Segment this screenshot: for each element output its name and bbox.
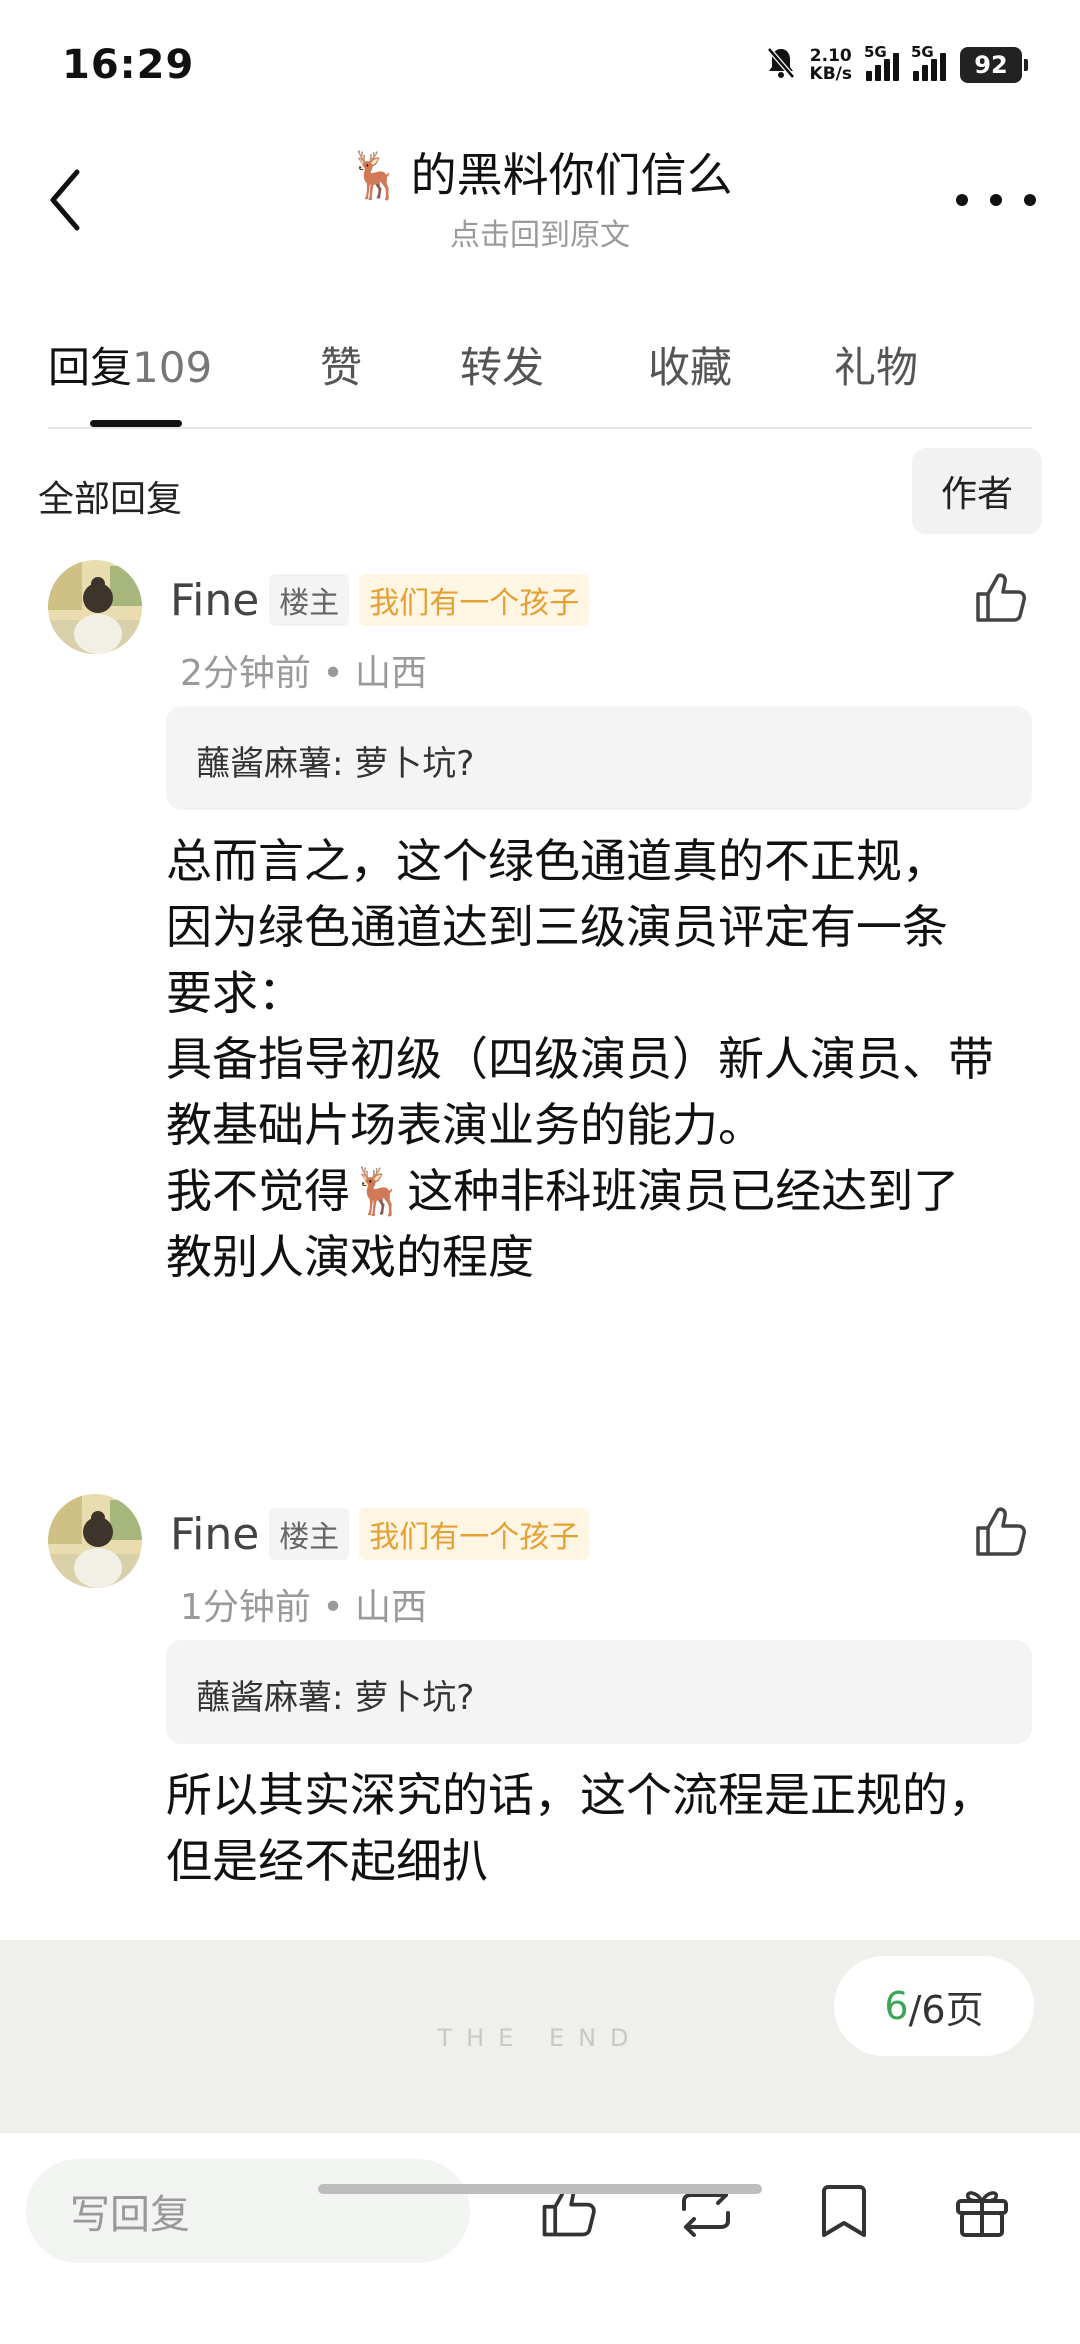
all-replies-label: 全部回复 <box>38 479 183 520</box>
header: 🦌 的黑料你们信么 点击回到原文 <box>0 120 1080 280</box>
current-page: 6 <box>884 1984 909 2028</box>
page: 16:29 2.10 KB/s 5G 5G 92 🦌 的黑料你们信么 点击回到原… <box>0 0 1080 2344</box>
comment-meta: 1分钟前 • 山西 <box>180 1587 428 1628</box>
end-section: THE END 6/6页 <box>0 1940 1080 2132</box>
signal-icon: 5G <box>864 43 899 81</box>
author-filter-button[interactable]: 作者 <box>912 448 1042 534</box>
status-bar: 16:29 2.10 KB/s 5G 5G 92 <box>0 0 1080 120</box>
comment-header: Fine 楼主 我们有一个孩子 <box>170 1508 590 1560</box>
tab-bar: 回复109 赞 转发 收藏 礼物 <box>48 320 1038 430</box>
tab-gifts[interactable]: 礼物 <box>834 334 918 395</box>
bookmark-icon[interactable] <box>812 2179 876 2243</box>
net-speed-value: 2.10 <box>809 46 852 66</box>
reply-input[interactable]: 写回复 <box>26 2159 470 2263</box>
battery-icon: 92 <box>960 47 1028 83</box>
thumbs-up-icon[interactable] <box>970 568 1030 628</box>
net-speed-unit: KB/s <box>809 64 852 84</box>
deer-emoji: 🦌 <box>347 148 405 202</box>
comment-body: 所以其实深究的话，这个流程是正规的， 但是经不起细扒 <box>166 1768 994 1888</box>
page-title: 的黑料你们信么 <box>410 148 733 202</box>
tab-reposts[interactable]: 转发 <box>460 334 544 395</box>
quoted-reply[interactable]: 蘸酱麻薯: 萝卜坑? <box>166 1640 1032 1744</box>
signal-label: 5G <box>911 43 934 61</box>
status-indicators: 2.10 KB/s 5G 5G 92 <box>766 43 1028 84</box>
more-options-icon[interactable] <box>956 180 1036 220</box>
bottom-action-bar: 写回复 <box>0 2132 1080 2344</box>
op-badge: 楼主 <box>269 574 350 626</box>
avatar[interactable] <box>48 560 142 654</box>
username[interactable]: Fine <box>170 575 259 626</box>
comment-meta: 2分钟前 • 山西 <box>180 653 428 694</box>
total-pages: /6页 <box>908 1987 984 2032</box>
thumbs-up-icon[interactable] <box>970 1502 1030 1562</box>
back-button[interactable] <box>30 160 100 240</box>
comment-header: Fine 楼主 我们有一个孩子 <box>170 574 590 626</box>
op-badge: 楼主 <box>269 1508 350 1560</box>
mute-bell-icon <box>766 46 796 84</box>
net-speed: 2.10 KB/s <box>810 47 852 83</box>
home-indicator[interactable] <box>318 2184 762 2194</box>
divider <box>48 427 1032 429</box>
signal-icon: 5G <box>911 43 946 81</box>
title-badge: 我们有一个孩子 <box>359 1508 590 1560</box>
battery-level: 92 <box>974 51 1008 79</box>
status-time: 16:29 <box>62 42 195 88</box>
tab-count: 109 <box>132 343 213 392</box>
title-badge: 我们有一个孩子 <box>359 574 590 626</box>
page-indicator[interactable]: 6/6页 <box>834 1956 1034 2056</box>
tab-likes[interactable]: 赞 <box>320 334 362 395</box>
tab-replies[interactable]: 回复109 <box>48 334 212 395</box>
signal-label: 5G <box>864 43 887 61</box>
quoted-reply[interactable]: 蘸酱麻薯: 萝卜坑? <box>166 706 1032 810</box>
comment-body: 总而言之，这个绿色通道真的不正规， 因为绿色通道达到三级演员评定有一条 要求： … <box>166 834 994 1284</box>
avatar[interactable] <box>48 1494 142 1588</box>
username[interactable]: Fine <box>170 1509 259 1560</box>
filter-row: 全部回复 作者 <box>38 448 1042 538</box>
chevron-left-icon <box>50 169 80 231</box>
tab-active-indicator <box>90 420 182 427</box>
tab-favorites[interactable]: 收藏 <box>648 334 732 395</box>
back-to-original-link[interactable]: 点击回到原文 <box>200 210 880 254</box>
tab-label: 回复 <box>48 343 133 392</box>
title-area[interactable]: 🦌 的黑料你们信么 点击回到原文 <box>200 148 880 254</box>
gift-icon[interactable] <box>950 2179 1014 2243</box>
